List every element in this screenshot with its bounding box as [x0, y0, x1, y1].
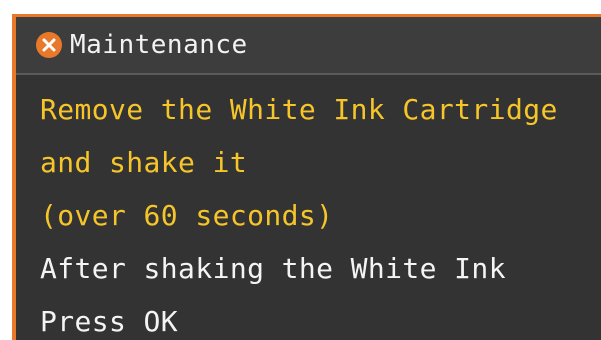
message-line-duration: (over 60 seconds): [40, 199, 334, 232]
maintenance-dialog: Maintenance Remove the White Ink Cartrid…: [12, 14, 601, 340]
message-line-after-shaking: After shaking the White Ink: [40, 252, 506, 285]
screen: Maintenance Remove the White Ink Cartrid…: [0, 0, 601, 340]
dialog-title-bar: Maintenance: [16, 17, 601, 75]
message-line-shake: and shake it: [40, 146, 248, 179]
message-line-press-ok: Press OK: [40, 305, 179, 338]
message-line-remove-cartridge: Remove the White Ink Cartridge: [40, 93, 558, 126]
error-icon: [36, 32, 62, 58]
dialog-message: Remove the White Ink Cartridge and shake…: [40, 83, 601, 340]
dialog-title: Maintenance: [70, 30, 248, 60]
